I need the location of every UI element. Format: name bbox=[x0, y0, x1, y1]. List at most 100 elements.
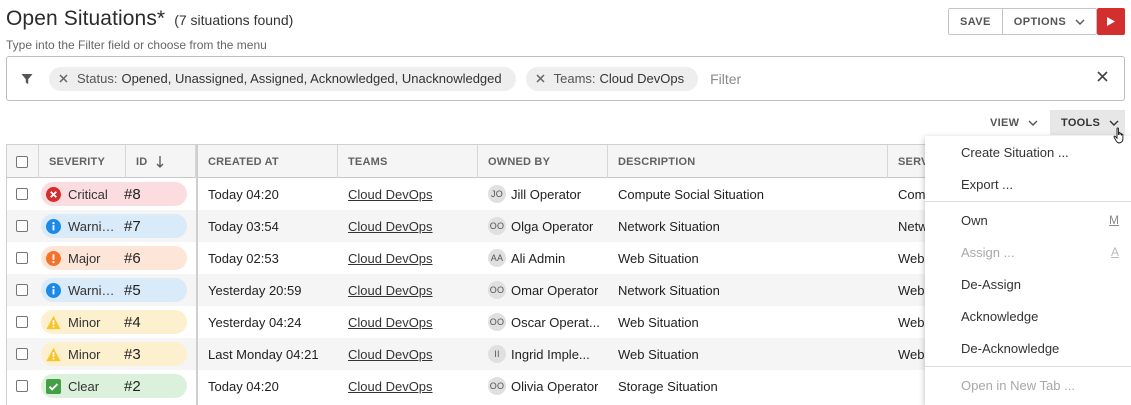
row-checkbox[interactable] bbox=[16, 380, 28, 392]
owner-name: Olivia Operator bbox=[511, 378, 599, 394]
team-link[interactable]: Cloud DevOps bbox=[348, 283, 433, 298]
row-checkbox[interactable] bbox=[16, 316, 28, 328]
column-header-owned-by[interactable]: OWNED BY bbox=[478, 145, 608, 178]
menu-item-label: Export ... bbox=[961, 176, 1014, 192]
row-checkbox-cell bbox=[16, 242, 28, 274]
sort-descending-icon bbox=[156, 155, 164, 168]
severity-cell: Warning #5 bbox=[41, 274, 187, 306]
menu-item-label: De-Assign bbox=[961, 276, 1021, 292]
column-header-teams[interactable]: TEAMS bbox=[338, 145, 478, 178]
clear-check-icon bbox=[46, 378, 61, 394]
severity-pill[interactable]: Minor #4 bbox=[41, 310, 187, 334]
column-label: TEAMS bbox=[348, 155, 388, 168]
column-label: OWNED BY bbox=[488, 155, 551, 168]
menu-item-export[interactable]: Export ... bbox=[925, 168, 1131, 200]
clear-filter-icon[interactable] bbox=[1097, 71, 1108, 82]
avatar: II bbox=[488, 345, 506, 363]
chip-key: Teams: bbox=[553, 71, 596, 86]
filter-input[interactable]: Filter bbox=[710, 71, 741, 87]
chip-value: Opened, Unassigned, Assigned, Acknowledg… bbox=[121, 71, 502, 86]
owned-by-cell: OO Olga Operator bbox=[488, 210, 608, 242]
avatar: OO bbox=[488, 217, 506, 235]
owned-by-cell: OO Oscar Operat... bbox=[488, 306, 608, 338]
created-at-cell: Yesterday 04:24 bbox=[208, 314, 302, 330]
chip-value: Cloud DevOps bbox=[599, 71, 685, 86]
minor-triangle-icon bbox=[46, 315, 61, 330]
row-checkbox[interactable] bbox=[16, 220, 28, 232]
situation-id: #2 bbox=[124, 377, 141, 395]
title-row: Open Situations* (7 situations found) bbox=[6, 7, 293, 31]
team-link[interactable]: Cloud DevOps bbox=[348, 251, 433, 266]
minor-triangle-icon bbox=[46, 347, 61, 362]
team-link[interactable]: Cloud DevOps bbox=[348, 347, 433, 362]
row-checkbox-cell bbox=[16, 338, 28, 370]
row-checkbox[interactable] bbox=[16, 252, 28, 264]
description-cell: Web Situation bbox=[618, 250, 699, 266]
chip-key: Status: bbox=[77, 71, 118, 86]
menu-item-shortcut: M bbox=[1109, 213, 1119, 227]
run-button[interactable] bbox=[1097, 8, 1125, 35]
column-header-description[interactable]: DESCRIPTION bbox=[608, 145, 888, 178]
view-label: VIEW bbox=[990, 116, 1020, 129]
team-link[interactable]: Cloud DevOps bbox=[348, 219, 433, 234]
severity-label: Clear bbox=[68, 378, 100, 394]
critical-x-icon bbox=[46, 186, 61, 202]
column-header-id[interactable]: ID bbox=[126, 145, 196, 178]
view-button[interactable]: VIEW bbox=[980, 110, 1048, 135]
team-link[interactable]: Cloud DevOps bbox=[348, 187, 433, 202]
severity-pill[interactable]: Critical #8 bbox=[41, 182, 187, 206]
remove-chip-icon[interactable] bbox=[536, 74, 545, 83]
pinned-column-divider bbox=[196, 145, 198, 405]
menu-item-shortcut: A bbox=[1110, 245, 1119, 259]
severity-label: Major bbox=[68, 250, 101, 266]
header-button-group: SAVE OPTIONS bbox=[948, 8, 1098, 35]
avatar: JO bbox=[488, 185, 506, 203]
menu-item-open-in-new-tab[interactable]: Open in New Tab ... bbox=[925, 369, 1131, 401]
row-checkbox[interactable] bbox=[16, 348, 28, 360]
menu-item-create-situation[interactable]: Create Situation ... bbox=[925, 136, 1131, 168]
menu-item-de-assign[interactable]: De-Assign bbox=[925, 268, 1131, 300]
severity-pill[interactable]: Clear #2 bbox=[41, 374, 187, 398]
options-button[interactable]: OPTIONS bbox=[1001, 9, 1097, 34]
options-label: OPTIONS bbox=[1013, 15, 1067, 28]
menu-item-assign[interactable]: Assign ... A bbox=[925, 236, 1131, 268]
column-label: SERV bbox=[898, 155, 929, 168]
filter-chip-teams[interactable]: Teams: Cloud DevOps bbox=[525, 66, 699, 91]
filter-chip-status[interactable]: Status: Opened, Unassigned, Assigned, Ac… bbox=[49, 66, 516, 91]
remove-chip-icon[interactable] bbox=[59, 74, 68, 83]
situation-id: #6 bbox=[124, 249, 141, 267]
situation-count: (7 situations found) bbox=[174, 12, 294, 28]
row-checkbox[interactable] bbox=[16, 188, 28, 200]
owner-name: Jill Operator bbox=[511, 186, 582, 202]
severity-pill[interactable]: Warning #5 bbox=[41, 278, 187, 302]
play-icon bbox=[1107, 13, 1115, 31]
description-cell: Compute Social Situation bbox=[618, 186, 764, 202]
menu-item-acknowledge[interactable]: Acknowledge bbox=[925, 300, 1131, 332]
warning-info-icon bbox=[46, 282, 61, 298]
team-link[interactable]: Cloud DevOps bbox=[348, 379, 433, 394]
description-cell: Storage Situation bbox=[618, 378, 718, 394]
row-checkbox-cell bbox=[16, 210, 28, 242]
owned-by-cell: JO Jill Operator bbox=[488, 178, 608, 210]
column-header-severity[interactable]: SEVERITY bbox=[39, 145, 126, 178]
row-checkbox[interactable] bbox=[16, 284, 28, 296]
save-button[interactable]: SAVE bbox=[949, 9, 1002, 34]
severity-pill[interactable]: Warning #7 bbox=[41, 214, 187, 238]
severity-pill[interactable]: Major #6 bbox=[41, 246, 187, 270]
menu-item-own[interactable]: Own M bbox=[925, 204, 1131, 236]
menu-item-de-acknowledge[interactable]: De-Acknowledge bbox=[925, 332, 1131, 364]
select-all-checkbox[interactable] bbox=[16, 155, 28, 168]
tools-label: TOOLS bbox=[1061, 116, 1101, 129]
severity-cell: Clear #2 bbox=[41, 370, 187, 402]
tools-menu: Create Situation ... Export ... Own M As… bbox=[925, 136, 1131, 405]
severity-label: Minor bbox=[68, 314, 101, 330]
menu-item-label: Assign ... bbox=[961, 244, 1015, 260]
severity-cell: Minor #3 bbox=[41, 338, 187, 370]
created-at-cell: Yesterday 20:59 bbox=[208, 282, 302, 298]
team-link[interactable]: Cloud DevOps bbox=[348, 315, 433, 330]
severity-pill[interactable]: Minor #3 bbox=[41, 342, 187, 366]
filter-funnel-icon[interactable] bbox=[21, 73, 33, 85]
save-label: SAVE bbox=[960, 15, 991, 28]
column-header-created-at[interactable]: CREATED AT bbox=[198, 145, 338, 178]
owner-name: Olga Operator bbox=[511, 218, 594, 234]
